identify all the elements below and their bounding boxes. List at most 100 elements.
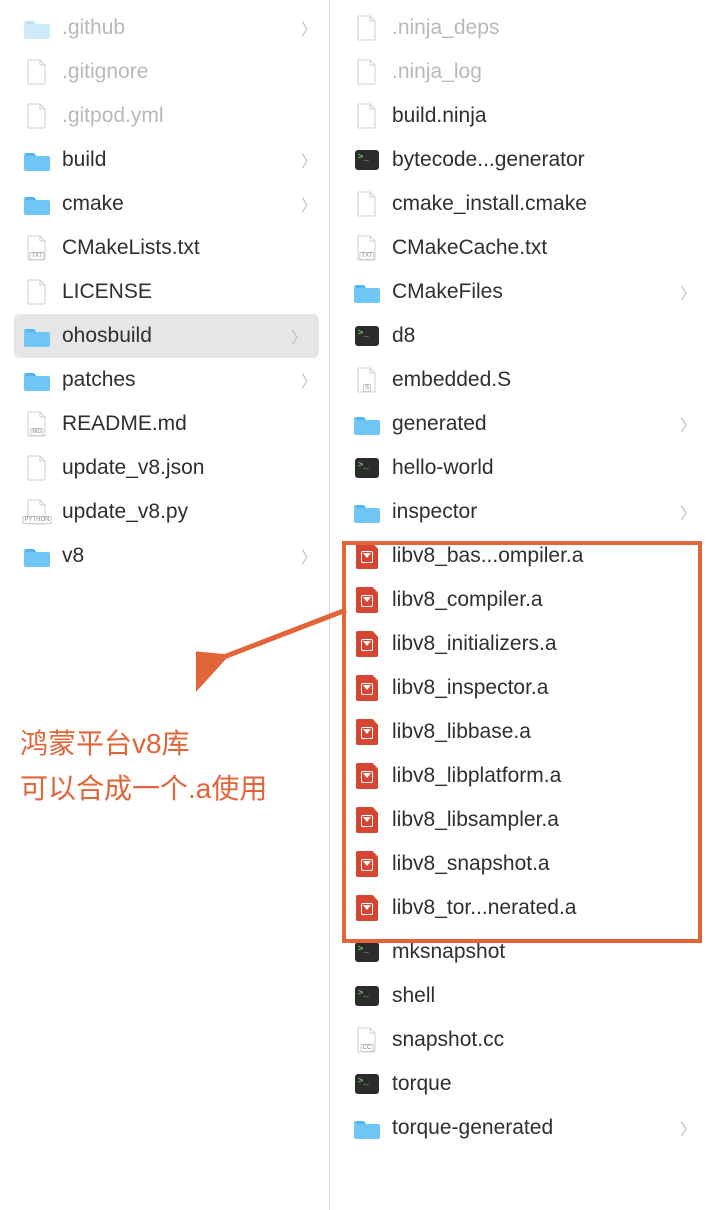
folder-icon: [24, 147, 50, 173]
item-label: build.ninja: [392, 104, 698, 128]
folder-icon: [354, 279, 380, 305]
folder-icon: [354, 1115, 380, 1141]
archive-icon: [354, 719, 380, 745]
file-row[interactable]: libv8_tor...nerated.a: [330, 886, 708, 930]
folder-row[interactable]: cmake〉: [0, 182, 329, 226]
archive-icon: [354, 851, 380, 877]
item-label: libv8_libsampler.a: [392, 808, 698, 832]
executable-icon: [354, 1071, 380, 1097]
executable-icon: [354, 939, 380, 965]
file-row[interactable]: .ninja_deps: [330, 6, 708, 50]
file-row[interactable]: cmake_install.cmake: [330, 182, 708, 226]
item-label: torque: [392, 1072, 698, 1096]
file-row[interactable]: update_v8.json: [0, 446, 329, 490]
column-left[interactable]: .github〉 .gitignore .gitpod.yml build〉 c…: [0, 0, 330, 1210]
file-row[interactable]: libv8_libbase.a: [330, 710, 708, 754]
file-icon: [354, 103, 380, 129]
item-label: CMakeFiles: [392, 280, 668, 304]
folder-row[interactable]: generated〉: [330, 402, 708, 446]
folder-icon: [24, 15, 50, 41]
file-row[interactable]: shell: [330, 974, 708, 1018]
file-row[interactable]: TXT CMakeCache.txt: [330, 226, 708, 270]
file-icon: S: [354, 367, 380, 393]
file-row[interactable]: .gitignore: [0, 50, 329, 94]
folder-row[interactable]: CMakeFiles〉: [330, 270, 708, 314]
archive-icon: [354, 763, 380, 789]
chevron-right-icon: 〉: [680, 412, 698, 436]
executable-icon: [354, 983, 380, 1009]
archive-icon: [354, 543, 380, 569]
item-label: .github: [62, 16, 289, 40]
file-row[interactable]: hello-world: [330, 446, 708, 490]
archive-icon: [354, 631, 380, 657]
file-row[interactable]: mksnapshot: [330, 930, 708, 974]
item-label: cmake: [62, 192, 289, 216]
folder-row[interactable]: torque-generated〉: [330, 1106, 708, 1150]
folder-icon: [354, 411, 380, 437]
file-row[interactable]: TXT CMakeLists.txt: [0, 226, 329, 270]
file-row[interactable]: libv8_initializers.a: [330, 622, 708, 666]
file-row[interactable]: torque: [330, 1062, 708, 1106]
folder-row[interactable]: patches〉: [0, 358, 329, 402]
file-row[interactable]: build.ninja: [330, 94, 708, 138]
folder-row[interactable]: .github〉: [0, 6, 329, 50]
file-row[interactable]: .gitpod.yml: [0, 94, 329, 138]
item-label: libv8_compiler.a: [392, 588, 698, 612]
file-row[interactable]: libv8_bas...ompiler.a: [330, 534, 708, 578]
file-row[interactable]: LICENSE: [0, 270, 329, 314]
file-row[interactable]: CC snapshot.cc: [330, 1018, 708, 1062]
folder-row[interactable]: build 〉: [0, 138, 329, 182]
executable-icon: [354, 455, 380, 481]
item-label: libv8_libbase.a: [392, 720, 698, 744]
item-label: libv8_inspector.a: [392, 676, 698, 700]
file-row[interactable]: PYTHON update_v8.py: [0, 490, 329, 534]
item-label: README.md: [62, 412, 319, 436]
item-label: libv8_initializers.a: [392, 632, 698, 656]
item-label: .ninja_log: [392, 60, 698, 84]
file-icon: [24, 103, 50, 129]
item-label: hello-world: [392, 456, 698, 480]
folder-icon: [354, 499, 380, 525]
file-icon: PYTHON: [24, 499, 50, 525]
item-label: inspector: [392, 500, 668, 524]
archive-icon: [354, 675, 380, 701]
file-icon: [354, 191, 380, 217]
folder-row[interactable]: ohosbuild〉: [14, 314, 319, 358]
file-row[interactable]: libv8_inspector.a: [330, 666, 708, 710]
file-icon: TXT: [24, 235, 50, 261]
item-label: shell: [392, 984, 698, 1008]
item-label: .ninja_deps: [392, 16, 698, 40]
file-icon: [354, 15, 380, 41]
folder-icon: [24, 323, 50, 349]
chevron-right-icon: 〉: [301, 368, 319, 392]
folder-row[interactable]: inspector 〉: [330, 490, 708, 534]
file-row[interactable]: d8: [330, 314, 708, 358]
file-row[interactable]: libv8_compiler.a: [330, 578, 708, 622]
file-row[interactable]: bytecode...generator: [330, 138, 708, 182]
executable-icon: [354, 323, 380, 349]
file-row[interactable]: .ninja_log: [330, 50, 708, 94]
item-label: libv8_tor...nerated.a: [392, 896, 698, 920]
item-label: build: [62, 148, 289, 172]
file-row[interactable]: libv8_snapshot.a: [330, 842, 708, 886]
file-row[interactable]: libv8_libsampler.a: [330, 798, 708, 842]
item-label: .gitignore: [62, 60, 319, 84]
item-label: bytecode...generator: [392, 148, 698, 172]
finder-columns: .github〉 .gitignore .gitpod.yml build〉 c…: [0, 0, 708, 1210]
chevron-right-icon: 〉: [301, 148, 319, 172]
folder-icon: [24, 543, 50, 569]
item-label: cmake_install.cmake: [392, 192, 698, 216]
chevron-right-icon: 〉: [680, 500, 698, 524]
folder-row[interactable]: v8〉: [0, 534, 329, 578]
item-label: CMakeLists.txt: [62, 236, 319, 260]
file-icon: [24, 279, 50, 305]
column-right[interactable]: .ninja_deps .ninja_log build.ninja bytec…: [330, 0, 708, 1210]
file-row[interactable]: MD README.md: [0, 402, 329, 446]
chevron-right-icon: 〉: [301, 544, 319, 568]
file-icon: [354, 59, 380, 85]
file-row[interactable]: S embedded.S: [330, 358, 708, 402]
chevron-right-icon: 〉: [680, 1116, 698, 1140]
file-row[interactable]: libv8_libplatform.a: [330, 754, 708, 798]
folder-icon: [24, 191, 50, 217]
item-label: LICENSE: [62, 280, 319, 304]
